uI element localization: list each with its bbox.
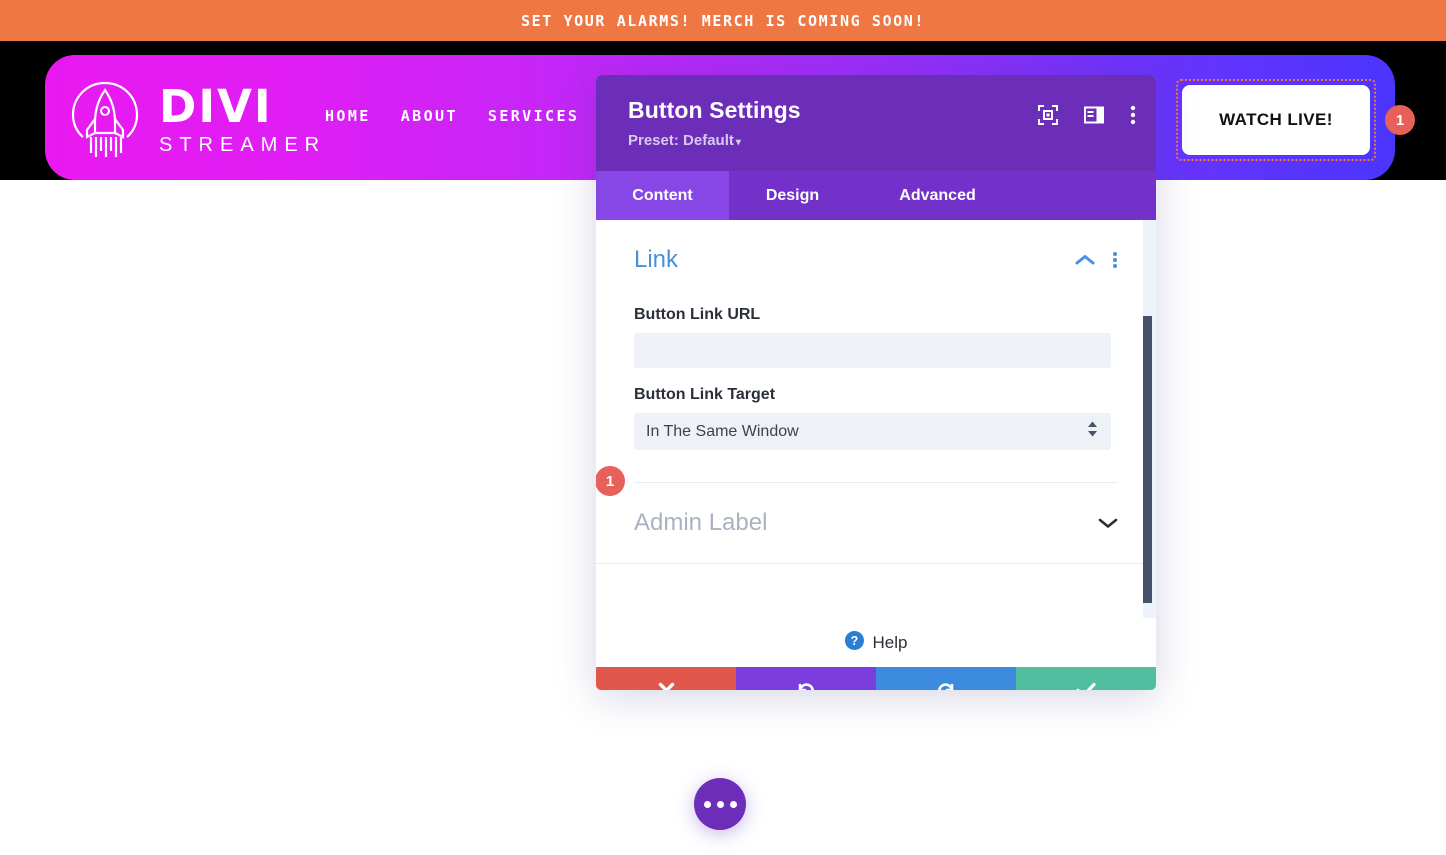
logo-wordmark: DIVI STREAMER [159, 84, 326, 155]
undo-button[interactable] [736, 667, 876, 690]
site-logo[interactable]: DIVI STREAMER [65, 71, 326, 167]
watch-live-step-badge: 1 [1385, 105, 1415, 135]
chevron-down-icon[interactable] [1098, 517, 1118, 529]
ellipsis-icon [704, 801, 711, 808]
button-link-url-input[interactable] [634, 333, 1111, 368]
nav-item-services[interactable]: SERVICES [488, 107, 579, 125]
check-icon [1075, 681, 1097, 690]
focus-icon[interactable] [1038, 105, 1058, 125]
watch-live-button-wrapper[interactable]: WATCH LIVE! [1176, 79, 1376, 161]
modal-body: 1 Link [596, 220, 1156, 618]
modal-header: Button Settings Preset: Default▾ [596, 75, 1156, 171]
more-vertical-icon[interactable] [1130, 105, 1136, 125]
nav-item-home[interactable]: HOME [325, 107, 371, 125]
nav-item-about[interactable]: ABOUT [401, 107, 458, 125]
ellipsis-icon [730, 801, 737, 808]
announcement-bar: SET YOUR ALARMS! MERCH IS COMING SOON! [0, 0, 1446, 41]
help-label: Help [873, 633, 908, 653]
chevron-down-icon: ▾ [736, 137, 741, 148]
modal-tabs: Content Design Advanced [596, 171, 1156, 220]
cancel-button[interactable] [596, 667, 736, 690]
more-vertical-icon[interactable] [1112, 251, 1118, 269]
announcement-text: SET YOUR ALARMS! MERCH IS COMING SOON! [521, 12, 925, 30]
tab-advanced[interactable]: Advanced [856, 171, 1019, 220]
redo-icon [935, 679, 957, 690]
redo-button[interactable] [876, 667, 1016, 690]
modal-scrollbar-thumb[interactable] [1143, 316, 1152, 603]
button-settings-modal: Button Settings Preset: Default▾ [596, 75, 1156, 690]
page-settings-fab[interactable] [694, 778, 746, 830]
admin-label-section[interactable]: Admin Label [596, 483, 1156, 564]
panel-layout-icon[interactable] [1084, 105, 1104, 125]
save-button[interactable] [1016, 667, 1156, 690]
tab-content[interactable]: Content [596, 171, 729, 220]
watch-live-button[interactable]: WATCH LIVE! [1182, 85, 1370, 155]
button-link-url-label: Button Link URL [634, 306, 1118, 324]
admin-label-section-title: Admin Label [634, 509, 767, 537]
page-root: SET YOUR ALARMS! MERCH IS COMING SOON! [0, 0, 1446, 855]
button-link-target-wrapper: In The Same Window [634, 413, 1111, 450]
stepper-arrows-icon [1087, 421, 1098, 437]
link-section: Link [596, 220, 1156, 483]
link-section-header[interactable]: Link [634, 246, 1118, 288]
button-link-target-value: In The Same Window [646, 423, 799, 441]
link-section-actions [1075, 251, 1118, 269]
preset-label: Preset: Default [628, 132, 734, 149]
close-icon [657, 681, 676, 691]
svg-text:?: ? [850, 634, 858, 648]
link-section-title: Link [634, 246, 678, 274]
modal-scrollbar-track[interactable] [1143, 220, 1156, 618]
modal-footer [596, 667, 1156, 690]
question-mark-icon: ? [845, 631, 864, 655]
button-link-target-label: Button Link Target [634, 386, 1118, 404]
preset-selector[interactable]: Preset: Default▾ [628, 132, 1132, 149]
undo-icon [795, 679, 817, 690]
logo-secondary-text: STREAMER [159, 135, 326, 155]
modal-header-actions [1038, 105, 1136, 125]
rocket-logo-icon [65, 77, 145, 161]
help-row[interactable]: ? Help [596, 618, 1156, 667]
button-link-url-step-badge: 1 [596, 466, 625, 496]
tab-design[interactable]: Design [729, 171, 856, 220]
button-link-target-select[interactable]: In The Same Window [634, 413, 1111, 450]
ellipsis-icon [717, 801, 724, 808]
site-nav-links: HOME ABOUT SERVICES [325, 107, 579, 125]
logo-primary-text: DIVI [159, 84, 326, 129]
chevron-up-icon[interactable] [1075, 254, 1095, 266]
